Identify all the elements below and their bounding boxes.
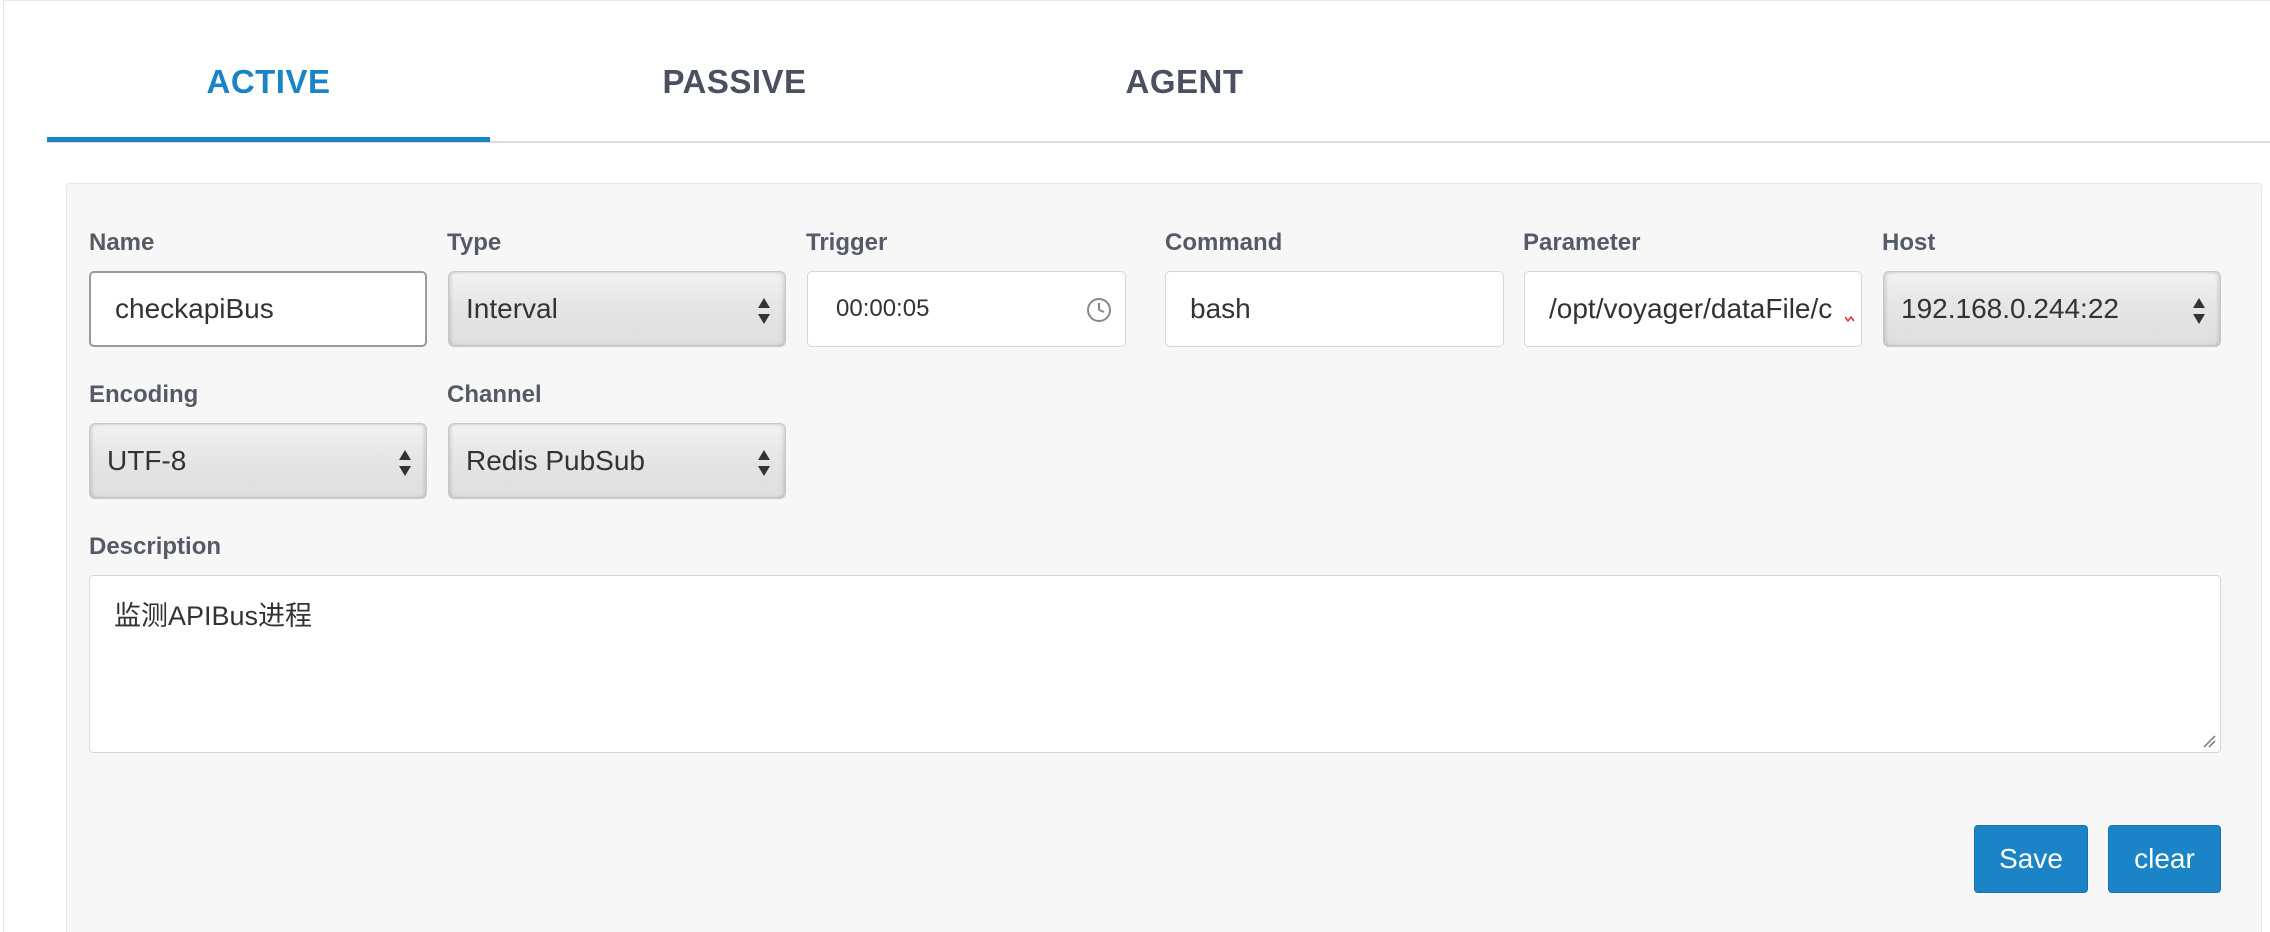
encoding-select-value: UTF-8 [107,445,187,476]
type-label: Type [447,229,502,256]
select-arrows-icon [399,450,411,476]
main-card: ACTIVE PASSIVE AGENT Name Type Trigger C… [3,0,2270,932]
clock-icon[interactable] [1085,296,1113,324]
parameter-input[interactable]: /opt/voyager/dataFile/c [1524,271,1862,347]
tab-active[interactable]: ACTIVE [47,63,490,143]
host-select-value: 192.168.0.244:22 [1901,293,2119,324]
channel-label: Channel [447,381,542,408]
encoding-label: Encoding [89,381,199,408]
parameter-input-value: /opt/voyager/dataFile/c [1549,293,1833,324]
type-select[interactable]: Interval [448,271,786,347]
description-label: Description [89,533,222,560]
trigger-time-input[interactable]: 00:00:05 [807,271,1126,347]
host-label: Host [1882,229,1936,256]
tab-bar: ACTIVE PASSIVE AGENT [47,1,2270,143]
clear-button[interactable]: clear [2108,825,2221,893]
tab-passive[interactable]: PASSIVE [513,63,956,143]
active-tab-indicator [47,137,490,142]
trigger-label: Trigger [806,229,888,256]
active-form-panel: Name Type Trigger Command Parameter Host… [66,183,2262,932]
channel-select-value: Redis PubSub [466,445,646,476]
parameter-label: Parameter [1523,229,1641,256]
select-arrows-icon [758,298,770,324]
select-arrows-icon [758,450,770,476]
spellcheck-mark-icon [1845,316,1855,322]
description-textarea[interactable]: 监测APIBus进程 [89,575,2221,753]
type-select-value: Interval [466,293,558,324]
command-input[interactable]: bash [1165,271,1504,347]
host-select[interactable]: 192.168.0.244:22 [1883,271,2221,347]
channel-select[interactable]: Redis PubSub [448,423,786,499]
name-input[interactable]: checkapiBus [89,271,427,347]
encoding-select[interactable]: UTF-8 [89,423,427,499]
page: ACTIVE PASSIVE AGENT Name Type Trigger C… [0,0,2270,932]
tab-agent[interactable]: AGENT [963,63,1406,143]
select-arrows-icon [2193,298,2205,324]
trigger-time-value: 00:00:05 [836,295,930,322]
save-button[interactable]: Save [1974,825,2088,893]
resize-handle-icon[interactable] [2200,732,2216,748]
name-label: Name [89,229,155,256]
command-label: Command [1165,229,1283,256]
command-input-value: bash [1190,293,1251,324]
name-input-value: checkapiBus [115,293,274,324]
description-textarea-value: 监测APIBus进程 [114,601,313,631]
